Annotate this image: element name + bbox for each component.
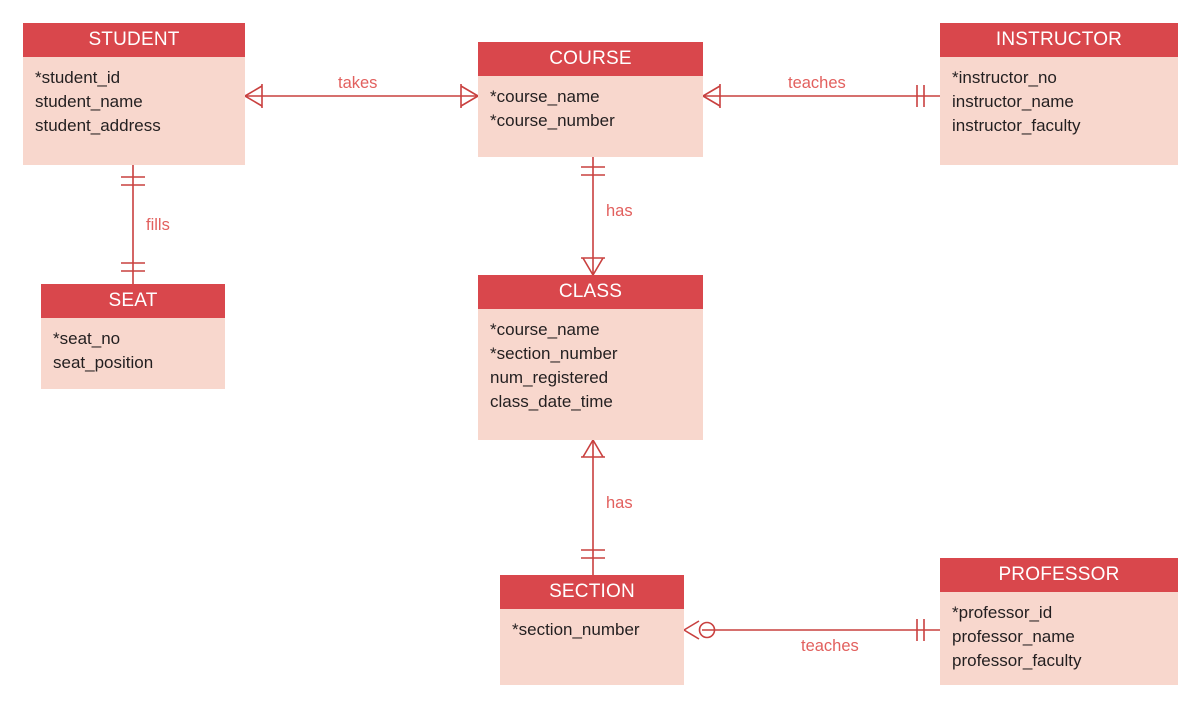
attribute: *course_name bbox=[490, 320, 600, 339]
entity-class-attributes: *course_name *section_number num_registe… bbox=[478, 309, 703, 414]
attribute: *section_number bbox=[490, 344, 618, 363]
attribute: *seat_no bbox=[53, 329, 121, 348]
entity-class[interactable]: CLASS *course_name *section_number num_r… bbox=[478, 275, 703, 440]
entity-section[interactable]: SECTION *section_number bbox=[500, 575, 684, 685]
er-diagram-canvas: STUDENT *student_id student_name student… bbox=[0, 0, 1201, 724]
entity-course[interactable]: COURSE *course_name *course_number bbox=[478, 42, 703, 157]
attribute: num_registered bbox=[490, 368, 609, 387]
entity-course-attributes: *course_name *course_number bbox=[478, 76, 703, 133]
attribute: *student_id bbox=[35, 68, 121, 87]
attribute: student_name bbox=[35, 92, 143, 111]
attribute: *course_number bbox=[490, 111, 615, 130]
attribute: student_address bbox=[35, 116, 161, 135]
entity-class-title: CLASS bbox=[478, 275, 703, 309]
entity-professor-attributes: *professor_id professor_name professor_f… bbox=[940, 592, 1178, 673]
attribute: professor_name bbox=[952, 627, 1075, 646]
entity-instructor[interactable]: INSTRUCTOR *instructor_no instructor_nam… bbox=[940, 23, 1178, 165]
relationship-label-fills: fills bbox=[142, 216, 174, 234]
entity-seat-title: SEAT bbox=[41, 284, 225, 318]
attribute: class_date_time bbox=[490, 392, 613, 411]
entity-student[interactable]: STUDENT *student_id student_name student… bbox=[23, 23, 245, 165]
entity-section-title: SECTION bbox=[500, 575, 684, 609]
attribute: professor_faculty bbox=[952, 651, 1082, 670]
attribute: *course_name bbox=[490, 87, 600, 106]
relationship-label-has-class-section: has bbox=[602, 494, 637, 512]
attribute: *instructor_no bbox=[952, 68, 1057, 87]
relationship-label-has-course-class: has bbox=[602, 202, 637, 220]
relationship-label-takes: takes bbox=[334, 74, 382, 92]
attribute: instructor_name bbox=[952, 92, 1074, 111]
entity-professor[interactable]: PROFESSOR *professor_id professor_name p… bbox=[940, 558, 1178, 685]
entity-student-attributes: *student_id student_name student_address bbox=[23, 57, 245, 138]
relationship-label-teaches-section-professor: teaches bbox=[797, 637, 863, 655]
attribute: instructor_faculty bbox=[952, 116, 1081, 135]
entity-instructor-title: INSTRUCTOR bbox=[940, 23, 1178, 57]
attribute: seat_position bbox=[53, 353, 154, 372]
attribute: *section_number bbox=[512, 620, 640, 639]
entity-course-title: COURSE bbox=[478, 42, 703, 76]
relationship-label-teaches-course-instructor: teaches bbox=[784, 74, 850, 92]
entity-student-title: STUDENT bbox=[23, 23, 245, 57]
entity-section-attributes: *section_number bbox=[500, 609, 684, 642]
entity-seat[interactable]: SEAT *seat_no seat_position bbox=[41, 284, 225, 389]
entity-instructor-attributes: *instructor_no instructor_name instructo… bbox=[940, 57, 1178, 138]
attribute: *professor_id bbox=[952, 603, 1053, 622]
entity-seat-attributes: *seat_no seat_position bbox=[41, 318, 225, 375]
entity-professor-title: PROFESSOR bbox=[940, 558, 1178, 592]
